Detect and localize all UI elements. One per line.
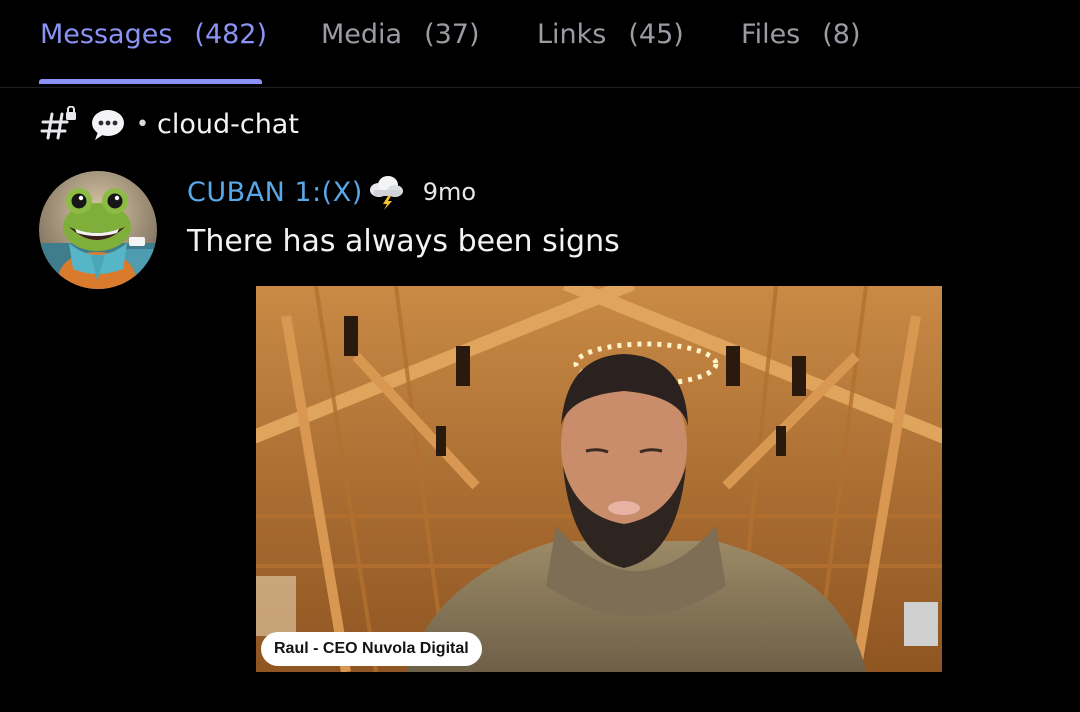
tab-media[interactable]: Media (37) <box>321 16 480 52</box>
tab-messages-count: (482) <box>194 18 268 50</box>
thundercloud-emoji-icon <box>369 176 403 210</box>
channel-separator: • <box>136 111 149 137</box>
tab-files-label: Files <box>741 18 801 50</box>
video-attachment[interactable]: Raul - CEO Nuvola Digital <box>256 286 942 672</box>
tab-messages-label: Messages <box>40 18 173 50</box>
avatar[interactable] <box>39 171 157 289</box>
message-header: CUBAN 1:(X) 9mo <box>187 172 476 212</box>
frog-avatar-image <box>39 171 157 289</box>
tab-messages[interactable]: Messages (482) <box>40 16 267 52</box>
tab-files-count: (8) <box>822 18 861 50</box>
message-text: There has always been signs <box>187 224 620 259</box>
speech-bubble-icon <box>92 110 124 140</box>
video-caption: Raul - CEO Nuvola Digital <box>261 632 482 666</box>
active-tab-indicator <box>39 79 262 84</box>
message-timestamp: 9mo <box>422 178 477 206</box>
tab-links-label: Links <box>537 18 607 50</box>
tab-files[interactable]: Files (8) <box>741 16 861 52</box>
username[interactable]: CUBAN 1:(X) <box>187 177 363 208</box>
tab-bar: Messages (482) Media (37) Links (45) Fil… <box>0 0 1080 88</box>
tab-media-label: Media <box>321 18 403 50</box>
channel-breadcrumb[interactable]: • cloud-chat <box>40 104 299 144</box>
hashtag-lock-icon <box>40 106 76 140</box>
tab-links[interactable]: Links (45) <box>537 16 684 52</box>
tab-links-count: (45) <box>628 18 684 50</box>
video-frame-image <box>256 286 942 672</box>
tab-media-count: (37) <box>424 18 480 50</box>
channel-name: cloud-chat <box>156 108 299 140</box>
